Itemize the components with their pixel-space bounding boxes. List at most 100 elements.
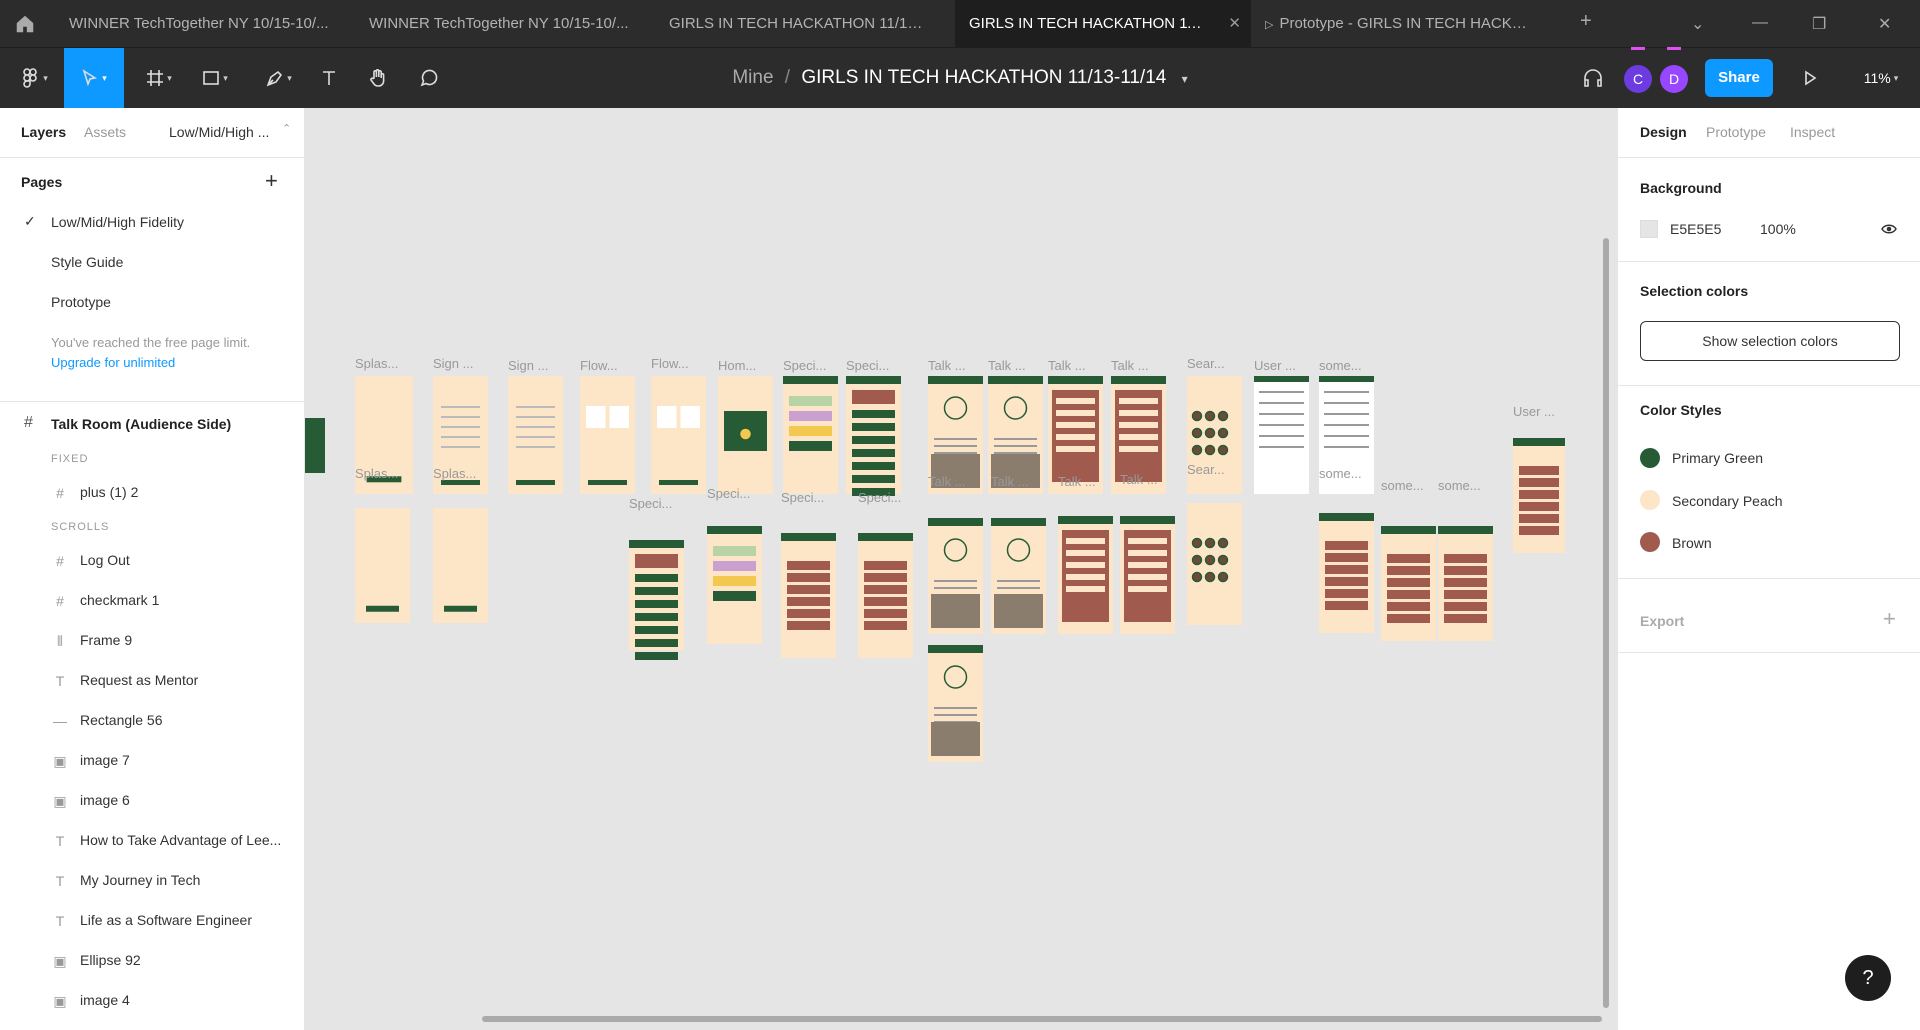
background-swatch[interactable]	[1640, 220, 1658, 238]
frame-label[interactable]: Talk ...	[988, 358, 1026, 373]
eye-icon[interactable]	[1881, 222, 1897, 236]
comment-tool-button[interactable]	[414, 48, 444, 108]
background-opacity[interactable]: 100%	[1760, 221, 1796, 237]
tab-5[interactable]: ▷ Prototype - GIRLS IN TECH HACKAT...	[1251, 0, 1551, 48]
shape-tool-button[interactable]: ▾	[192, 48, 238, 108]
canvas-frame[interactable]	[580, 376, 635, 494]
frame-label[interactable]: Talk ...	[1058, 474, 1096, 489]
color-style-swatch[interactable]	[1640, 490, 1660, 510]
frame-label[interactable]: Flow...	[651, 356, 689, 371]
color-style-name[interactable]: Secondary Peach	[1672, 493, 1783, 509]
show-selection-colors-button[interactable]: Show selection colors	[1640, 321, 1900, 361]
canvas-frame[interactable]	[651, 376, 706, 494]
page-item[interactable]: Low/Mid/High Fidelity	[51, 214, 184, 230]
layer-row[interactable]: T Life as a Software Engineer	[0, 901, 305, 941]
close-window-icon[interactable]: ✕	[1878, 14, 1891, 34]
layer-row[interactable]: ▣ Ellipse 92	[0, 941, 305, 981]
chevron-down-icon[interactable]: ⌄	[1691, 14, 1704, 34]
frame-label[interactable]: Talk ...	[1048, 358, 1086, 373]
layer-row[interactable]: ▣ image 6	[0, 781, 305, 821]
add-page-button[interactable]: +	[265, 168, 278, 194]
frame-tool-button[interactable]: ▾	[136, 48, 182, 108]
new-tab-button[interactable]: +	[1580, 10, 1592, 33]
frame-label[interactable]: User ...	[1254, 358, 1296, 373]
layer-row[interactable]: ⫴ Frame 9	[0, 621, 305, 661]
canvas-frame[interactable]	[508, 376, 563, 494]
frame-label[interactable]: Splas...	[355, 356, 398, 371]
move-tool-button[interactable]: ▾	[64, 48, 124, 108]
add-export-button[interactable]: +	[1883, 606, 1896, 632]
frame-label[interactable]: Talk ...	[928, 474, 966, 489]
frame-label[interactable]: some...	[1319, 358, 1362, 373]
text-tool-button[interactable]	[314, 48, 344, 108]
present-button[interactable]	[1795, 48, 1825, 108]
file-name[interactable]: GIRLS IN TECH HACKATHON 11/13-11/14	[801, 67, 1166, 88]
tab-inspect[interactable]: Inspect	[1790, 124, 1835, 140]
tab-assets[interactable]: Assets	[84, 124, 126, 140]
layer-row[interactable]: # checkmark 1	[0, 581, 305, 621]
canvas-frame[interactable]	[781, 533, 836, 658]
restore-icon[interactable]: ❐	[1812, 14, 1826, 34]
frame-label[interactable]: Speci...	[629, 496, 672, 511]
color-style-name[interactable]: Primary Green	[1672, 450, 1763, 466]
tab-3[interactable]: GIRLS IN TECH HACKATHON 11/13-...	[655, 0, 955, 48]
share-button[interactable]: Share	[1705, 59, 1773, 97]
layer-row[interactable]: # Log Out	[0, 541, 305, 581]
hand-tool-button[interactable]	[363, 48, 393, 108]
close-tab-icon[interactable]: ✕	[1228, 0, 1241, 48]
tab-design[interactable]: Design	[1640, 124, 1687, 140]
color-style-name[interactable]: Brown	[1672, 535, 1712, 551]
horizontal-scrollbar[interactable]	[482, 1016, 1602, 1022]
layer-row[interactable]: ▣ image 7	[0, 741, 305, 781]
frame-label[interactable]: some...	[1381, 478, 1424, 493]
tab-prototype[interactable]: Prototype	[1706, 124, 1766, 140]
frame-label[interactable]: Hom...	[718, 358, 756, 373]
layer-row[interactable]: — Rectangle 56	[0, 701, 305, 741]
minimize-icon[interactable]: —	[1752, 14, 1768, 32]
layer-row[interactable]: # plus (1) 2	[0, 473, 305, 513]
layer-row[interactable]: T How to Take Advantage of Lee...	[0, 821, 305, 861]
audio-button[interactable]	[1570, 48, 1616, 108]
selected-frame-name[interactable]: Talk Room (Audience Side)	[51, 416, 231, 432]
tab-layers[interactable]: Layers	[21, 124, 66, 140]
layer-row[interactable]: T Request as Mentor	[0, 661, 305, 701]
background-hex[interactable]: E5E5E5	[1670, 221, 1721, 237]
frame-label[interactable]: Sear...	[1187, 462, 1225, 477]
frame-label[interactable]: Splas...	[355, 466, 398, 481]
page-item[interactable]: Style Guide	[51, 254, 123, 270]
frame-label[interactable]: some...	[1319, 466, 1362, 481]
tab-4-active[interactable]: GIRLS IN TECH HACKATHON 11/13-... ✕	[955, 0, 1251, 48]
page-item[interactable]: Prototype	[51, 294, 111, 310]
avatar[interactable]: D	[1660, 65, 1688, 93]
canvas-frame[interactable]	[858, 533, 913, 658]
vertical-scrollbar[interactable]	[1603, 238, 1609, 1008]
avatar[interactable]: C	[1624, 65, 1652, 93]
frame-label[interactable]: Sear...	[1187, 356, 1225, 371]
frame-label[interactable]: some...	[1438, 478, 1481, 493]
frame-label[interactable]: Talk ...	[1120, 472, 1158, 487]
frame-label[interactable]: Talk ...	[1111, 358, 1149, 373]
home-icon[interactable]	[14, 13, 36, 35]
frame-label[interactable]: Speci...	[846, 358, 889, 373]
frame-label[interactable]: Sign ...	[433, 356, 473, 371]
tab-2[interactable]: WINNER TechTogether NY 10/15-10/...	[355, 0, 655, 48]
frame-label[interactable]: Flow...	[580, 358, 618, 373]
frame-label[interactable]: Talk ...	[991, 474, 1029, 489]
frame-label[interactable]: Sign ...	[508, 358, 548, 373]
frame-label[interactable]: Talk ...	[928, 358, 966, 373]
main-menu-button[interactable]: ▾	[10, 48, 58, 108]
upgrade-link[interactable]: Upgrade for unlimited	[51, 355, 175, 370]
layer-row[interactable]: T My Journey in Tech	[0, 861, 305, 901]
chevron-up-icon[interactable]: ⌃	[282, 122, 291, 135]
frame-label[interactable]: Speci...	[707, 486, 750, 501]
color-style-swatch[interactable]	[1640, 448, 1660, 468]
chevron-down-icon[interactable]: ▾	[1182, 72, 1188, 86]
frame-label[interactable]: User ...	[1513, 404, 1555, 419]
breadcrumb-team[interactable]: Mine	[732, 67, 773, 88]
pen-tool-button[interactable]: ▾	[256, 48, 302, 108]
frame-label[interactable]: Splas...	[433, 466, 476, 481]
color-style-swatch[interactable]	[1640, 532, 1660, 552]
page-switcher[interactable]: Low/Mid/High ...	[169, 124, 269, 140]
help-button[interactable]: ?	[1845, 955, 1891, 1001]
frame-label[interactable]: Speci...	[781, 490, 824, 505]
